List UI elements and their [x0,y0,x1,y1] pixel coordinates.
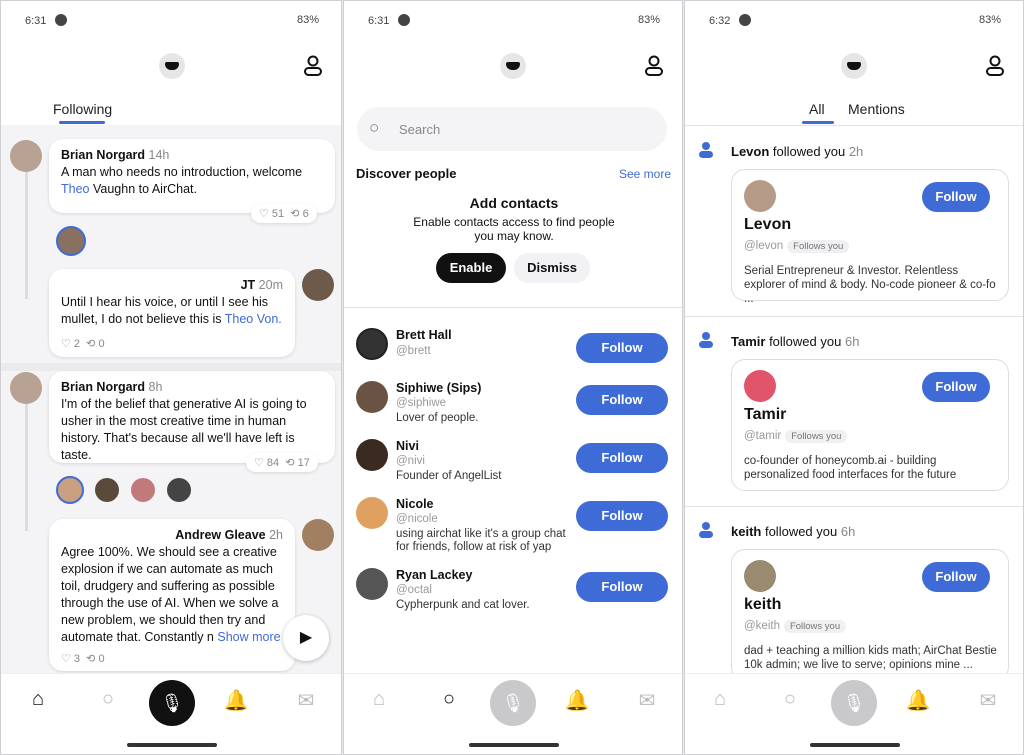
search-screen: 6:31 83% ○ Search Discover people See mo… [343,0,683,755]
avatar[interactable] [10,140,42,172]
home-icon[interactable]: ⌂ [25,688,51,711]
replier-avatar[interactable] [56,226,86,256]
post-stats: ♡ 84 ⟲ 17 [246,453,318,472]
follow-button[interactable]: Follow [922,372,990,402]
thread-line [25,169,28,299]
post-stats: ♡ 51 ⟲ 6 [251,204,317,223]
home-icon[interactable]: ⌂ [366,688,392,711]
mic-button[interactable]: 🎙 [149,680,195,726]
search-input[interactable]: ○ Search [357,107,667,151]
home-icon[interactable]: ⌂ [707,688,733,711]
tab-mentions[interactable]: Mentions [848,101,905,117]
follow-button[interactable]: Follow [576,385,668,415]
follow-button[interactable]: Follow [576,443,668,473]
bottom-nav: ⌂ ○ 🎙 🔔 ✉ [344,673,682,754]
search-icon[interactable]: ○ [436,688,462,711]
tab-all[interactable]: All [809,101,825,117]
status-bar: 6:32 83% [709,14,1001,27]
airchat-logo [500,53,526,79]
post-bubble[interactable]: Brian Norgard 8h I'm of the belief that … [49,371,335,463]
airchat-logo [159,53,185,79]
discover-heading: Discover people [356,166,457,181]
replier-avatar[interactable] [95,478,119,502]
profile-icon[interactable] [985,55,1005,77]
profile-icon[interactable] [303,55,323,77]
bell-icon[interactable]: 🔔 [905,688,931,713]
mail-icon[interactable]: ✉ [975,688,1001,713]
replier-avatar[interactable] [131,478,155,502]
profile-card: Follow Tamir @tamir Follows you co-founde… [731,359,1009,491]
see-more-link[interactable]: See more [619,167,671,181]
reply-stats: ♡ 2 ⟲ 0 [61,338,105,350]
follow-button[interactable]: Follow [576,572,668,602]
profile-card: Follow keith @keith Follows you dad + tea… [731,549,1009,681]
mail-icon[interactable]: ✉ [634,688,660,713]
person-icon [699,332,713,348]
follow-button[interactable]: Follow [922,562,990,592]
follow-button[interactable]: Follow [922,182,990,212]
profile-icon[interactable] [644,55,664,77]
dismiss-button[interactable]: Dismiss [514,253,590,283]
search-icon: ○ [369,118,380,137]
search-icon[interactable]: ○ [777,688,803,711]
post-bubble[interactable]: Brian Norgard 14h A man who needs no int… [49,139,335,213]
mic-button[interactable]: 🎙 [490,680,536,726]
bell-icon[interactable]: 🔔 [223,688,249,713]
avatar[interactable] [302,269,334,301]
status-bar: 6:31 83% [25,14,319,27]
battery-text: 83% [296,14,319,26]
replier-avatar[interactable] [56,476,84,504]
status-bar: 6:31 83% [368,14,660,27]
bottom-nav: ⌂ ○ 🎙 🔔 ✉ [685,673,1023,754]
avatar[interactable] [10,372,42,404]
search-icon[interactable]: ○ [95,688,121,711]
person-icon [699,522,713,538]
play-button[interactable]: ▶ [283,615,329,661]
avatar[interactable] [302,519,334,551]
follow-button[interactable]: Follow [576,501,668,531]
feed-screen: 6:31 83% Following Brian Norgard 14h A m… [0,0,342,755]
app-notification-icon [55,14,67,26]
reply-bubble[interactable]: Andrew Gleave 2h Agree 100%. We should s… [49,519,295,671]
airchat-logo [841,53,867,79]
reply-stats: ♡ 3 ⟲ 0 [61,653,105,665]
bottom-nav: ⌂ ○ 🎙 🔔 ✉ [1,673,341,754]
show-more-link[interactable]: Show more [217,630,280,644]
profile-card: Follow Levon @levon Follows you Serial En… [731,169,1009,305]
notifications-screen: 6:32 83% All Mentions Levon followed you… [684,0,1024,755]
enable-button[interactable]: Enable [436,253,506,283]
tab-following[interactable]: Following [53,101,112,117]
bell-icon[interactable]: 🔔 [564,688,590,713]
follow-button[interactable]: Follow [576,333,668,363]
person-icon [699,142,713,158]
mic-button[interactable]: 🎙 [831,680,877,726]
replier-avatar[interactable] [167,478,191,502]
mail-icon[interactable]: ✉ [293,688,319,713]
